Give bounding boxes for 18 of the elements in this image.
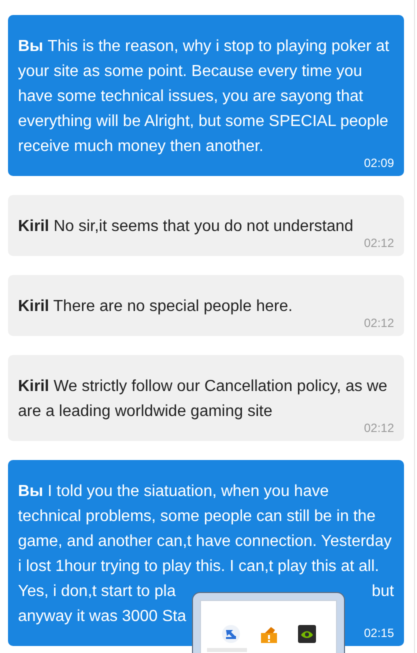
- message-text: technical problems, some people can still be in the: [18, 507, 376, 527]
- eye-icon[interactable]: [298, 625, 316, 643]
- warning-icon[interactable]: [260, 625, 278, 643]
- message-text: game, and another can,t have connection. Yesterday: [18, 532, 392, 552]
- message-text: Yes, i don,t start to pla: [18, 582, 176, 602]
- message-text: Kiril No sir,it seems that you do not understand: [18, 217, 354, 237]
- message-text: Вы I told you the siatuation, when you have: [18, 482, 329, 502]
- message-time: 02:09: [364, 156, 394, 170]
- message-time: 02:15: [364, 626, 394, 640]
- message-text: Вы This is the reason, why i stop to playing poker at your site as some point. Because every time you have some technical issues, you are sayong that everything will be Alright, but some SPECIAL people receive much money then another.: [18, 37, 390, 157]
- message-text: anyway it was 3000 Sta: [18, 607, 186, 627]
- message-text: but: [372, 582, 394, 602]
- message-time: 02:12: [364, 316, 394, 330]
- message-time: 02:12: [364, 421, 394, 435]
- message-text: Kiril There are no special people here.: [18, 297, 294, 317]
- message-text: Kiril We strictly follow our Cancellation policy, as we are a leading worldwide gaming site: [18, 377, 388, 422]
- message-text: i lost 1hour trying to play this. I can,t play this at all.: [18, 557, 380, 577]
- message-time: 02:12: [364, 236, 394, 250]
